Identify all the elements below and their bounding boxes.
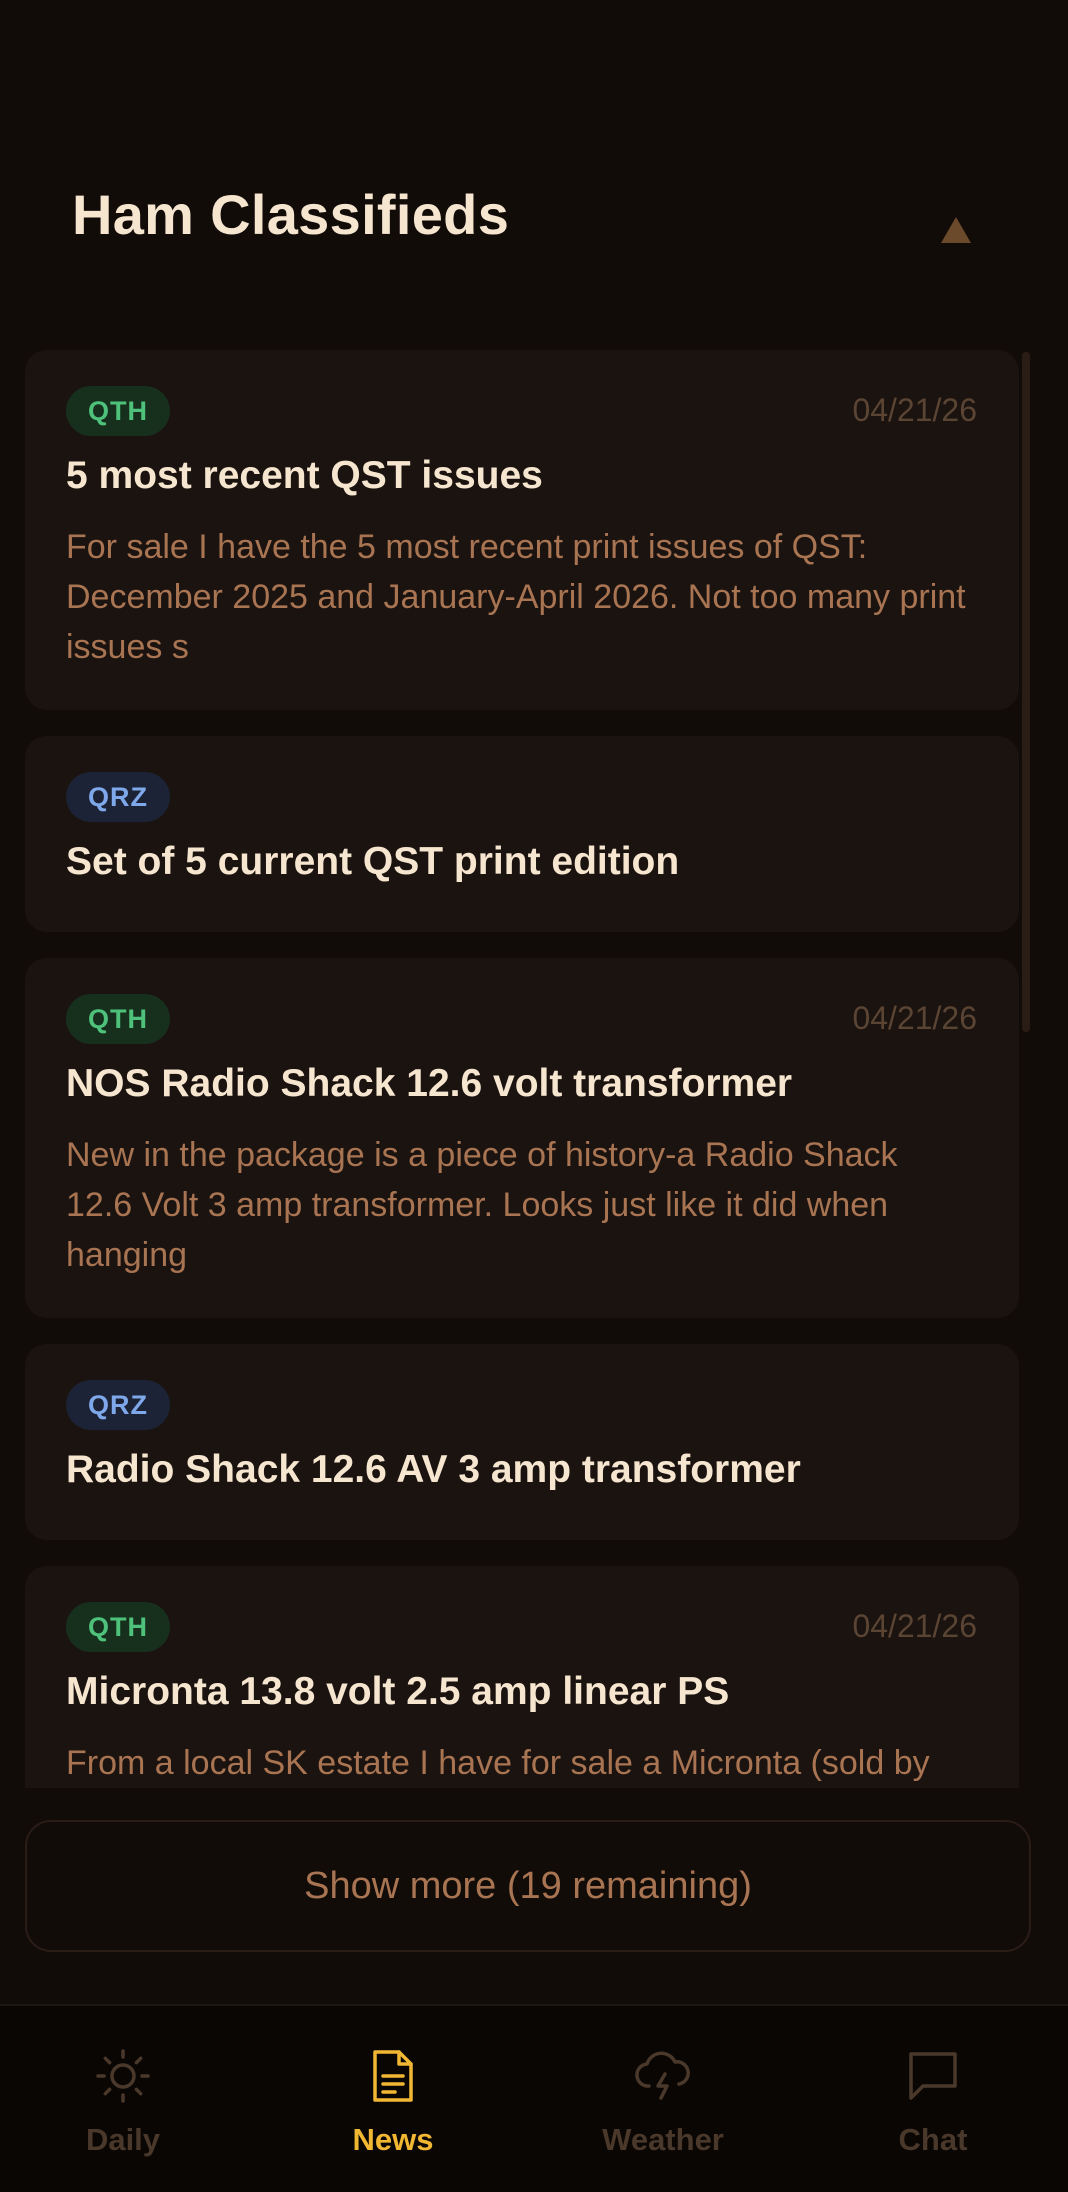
listing-title: NOS Radio Shack 12.6 volt transformer: [66, 1062, 793, 1105]
listing-feed[interactable]: QTH 04/21/26 5 most recent QST issues Fo…: [0, 350, 1068, 1788]
listing-card[interactable]: QRZ Radio Shack 12.6 AV 3 amp transforme…: [25, 1344, 1019, 1540]
tab-chat[interactable]: Chat: [833, 2006, 1033, 2192]
show-more-button[interactable]: Show more (19 remaining): [25, 1820, 1031, 1952]
tab-daily[interactable]: Daily: [23, 2006, 223, 2192]
storm-cloud-icon: [635, 2051, 690, 2100]
listing-title: Set of 5 current QST print edition: [66, 840, 680, 883]
listing-snippet: New in the package is a piece of history…: [66, 1136, 898, 1274]
tab-label: Weather: [602, 2122, 724, 2157]
listing-date: 04/21/26: [852, 1608, 977, 1644]
source-badge: QTH: [66, 386, 170, 436]
tab-label: Chat: [898, 2122, 968, 2157]
sun-icon: [96, 2049, 150, 2103]
listing-card[interactable]: QTH 04/21/26 Micronta 13.8 volt 2.5 amp …: [25, 1566, 1019, 1788]
tab-news[interactable]: News: [293, 2006, 493, 2192]
document-icon: [373, 2050, 413, 2102]
listing-title: 5 most recent QST issues: [66, 454, 543, 497]
listing-date: 04/21/26: [852, 392, 977, 428]
listing-card[interactable]: QTH 04/21/26 NOS Radio Shack 12.6 volt t…: [25, 958, 1019, 1318]
page-title: Ham Classifieds: [72, 183, 510, 246]
listing-snippet: From a local SK estate I have for sale a…: [66, 1744, 930, 1782]
tab-weather[interactable]: Weather: [563, 2006, 763, 2192]
listing-title: Radio Shack 12.6 AV 3 amp transformer: [66, 1448, 801, 1491]
tab-label: News: [352, 2122, 434, 2157]
source-badge: QRZ: [66, 772, 170, 822]
listing-snippet: For sale I have the 5 most recent print …: [66, 528, 966, 666]
source-badge: QTH: [66, 994, 170, 1044]
listing-card[interactable]: QTH 04/21/26 5 most recent QST issues Fo…: [25, 350, 1019, 710]
bottom-tab-bar: Daily News Weather Chat: [0, 2004, 1068, 2192]
source-badge: QRZ: [66, 1380, 170, 1430]
listing-title: Micronta 13.8 volt 2.5 amp linear PS: [66, 1670, 730, 1713]
collapse-button[interactable]: [936, 210, 976, 250]
header: Ham Classifieds: [0, 0, 1068, 330]
tab-label: Daily: [85, 2122, 161, 2157]
chat-bubble-icon: [909, 2052, 957, 2100]
triangle-up-icon: [941, 217, 971, 243]
source-badge: QTH: [66, 1602, 170, 1652]
listing-card[interactable]: QRZ Set of 5 current QST print edition: [25, 736, 1019, 932]
scrollbar[interactable]: [1022, 352, 1030, 1032]
listing-date: 04/21/26: [852, 1000, 977, 1036]
